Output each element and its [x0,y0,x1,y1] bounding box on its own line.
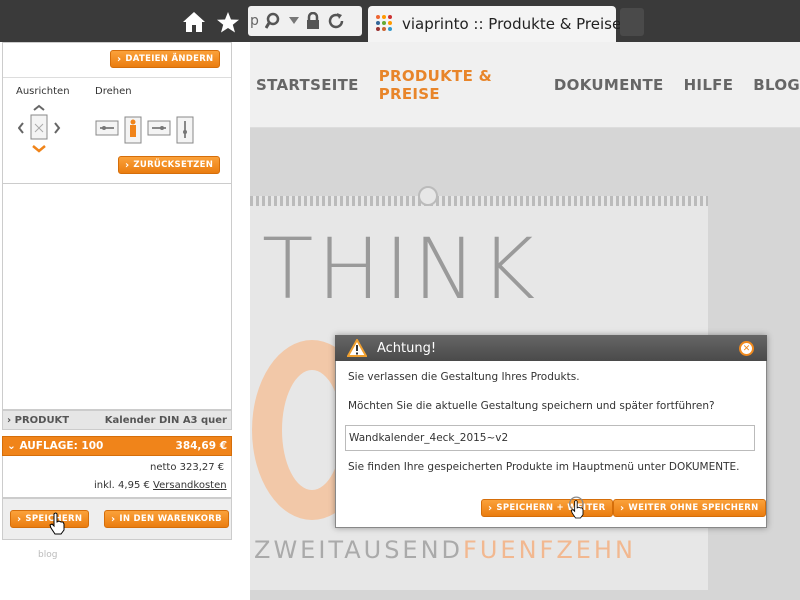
change-files-button[interactable]: DATEIEN ÄNDERN [110,50,221,68]
nav-item-hilfe[interactable]: HILFE [684,76,734,94]
dropdown-icon[interactable] [288,17,299,25]
dialog-message-documents-hint: Sie finden Ihre gespeicherten Produkte i… [348,461,740,473]
dialog-title: Achtung! [377,340,437,356]
footer-blog-link[interactable]: blog [38,550,57,560]
calendar-headline: THINK [262,220,540,318]
nav-item-blog[interactable]: BLOG [753,76,800,94]
dialog-header: Achtung! [335,335,767,361]
shipping-link[interactable]: Versandkosten [153,480,227,491]
sidebar-empty-panel [2,184,232,410]
rotate-options [95,116,205,144]
calendar-binding [250,196,708,206]
main-nav: STARTSEITE PRODUKTE & PREISE DOKUMENTE H… [250,42,800,128]
tab-viaprinto[interactable]: viaprinto :: Produkte & Preise × [368,6,642,42]
home-button[interactable] [180,8,208,36]
continue-without-saving-button[interactable]: WEITER OHNE SPEICHERN [613,499,766,517]
url-text: p [250,13,259,29]
warning-icon [347,339,367,357]
dialog-close-icon[interactable]: ✕ [739,341,754,356]
rotate-portrait-flipped-icon[interactable] [175,116,195,144]
reset-button[interactable]: ZURÜCKSETZEN [118,156,221,174]
product-value: Kalender DIN A3 quer [104,414,227,426]
product-row[interactable]: › PRODUKT Kalender DIN A3 quer [2,410,232,430]
hand-cursor-click-icon [569,496,584,519]
year-text-orange: FUENFZEHN [463,536,636,564]
dialog-message-save-question: Möchten Sie die aktuelle Gestaltung spei… [348,400,715,412]
rotate-portrait-selected-icon[interactable] [123,116,143,144]
bookmark-button[interactable] [214,8,242,36]
shipping-info: inkl. 4,95 € Versandkosten [94,480,227,491]
nav-item-dokumente[interactable]: DOKUMENTE [554,76,664,94]
year-text-gray: ZWEITAUSEND [254,536,464,564]
hand-cursor-icon [49,512,65,535]
nav-item-startseite[interactable]: STARTSEITE [256,76,359,94]
calendar-year-text: ZWEITAUSENDFUENFZEHN [254,536,636,564]
rotate-label: Drehen [95,86,132,97]
netto-price: netto 323,27 € [150,462,225,473]
align-label: Ausrichten [16,86,70,97]
lock-icon [306,12,319,29]
quantity-price: 384,69 € [175,440,227,452]
rotate-landscape-flipped-icon[interactable] [147,116,171,138]
align-control-icon[interactable] [18,104,62,156]
nav-item-produkte-preise[interactable]: PRODUKTE & PREISE [379,67,534,103]
quantity-label: ⌄ AUFLAGE: 100 [7,440,104,452]
refresh-icon[interactable] [327,12,345,30]
star-icon [217,11,239,32]
calendar-hanger [418,186,438,206]
dialog-message-leave: Sie verlassen die Gestaltung Ihres Produ… [348,371,580,383]
viaprinto-favicon-icon [376,15,394,33]
home-icon [183,12,205,32]
address-bar[interactable]: p [248,6,362,36]
product-label: › PRODUKT [7,414,70,426]
filename-input[interactable] [345,425,755,451]
quantity-row[interactable]: ⌄ AUFLAGE: 100 384,69 € [2,436,232,456]
search-icon [264,12,280,29]
save-and-continue-button[interactable]: SPEICHERN + WEITER [481,499,613,517]
new-tab-button[interactable] [620,8,644,36]
add-to-cart-button[interactable]: IN DEN WARENKORB [104,510,229,528]
tab-title: viaprinto :: Produkte & Preise [402,15,622,33]
rotate-landscape-icon[interactable] [95,116,119,138]
